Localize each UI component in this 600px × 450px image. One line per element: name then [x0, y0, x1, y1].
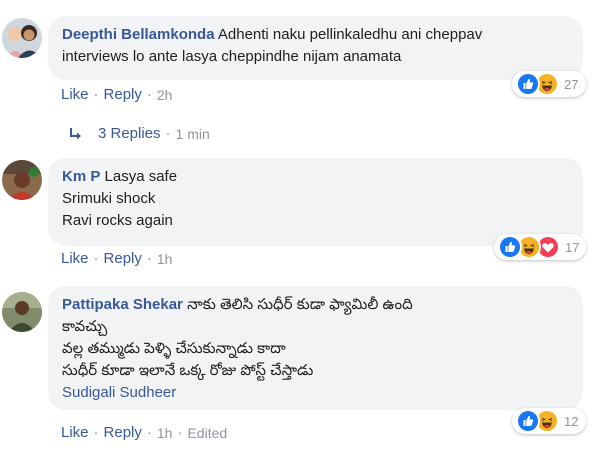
comment-actions: Like · Reply · 1h · Edited — [61, 424, 227, 441]
comment-text: Lasya safe — [104, 168, 178, 185]
reactions-summary[interactable]: 27 — [512, 71, 586, 97]
comment-author[interactable]: Pattipaka Shekar — [62, 296, 183, 313]
comment-text: వల్ల తమ్ముడు పెళ్ళి చేసుకున్నాడు కాదా — [62, 340, 286, 357]
comment-timestamp[interactable]: 2h — [157, 87, 173, 103]
view-replies-link[interactable]: 3 Replies · 1 min — [68, 125, 210, 142]
like-button[interactable]: Like — [61, 86, 89, 103]
replies-timestamp: 1 min — [175, 125, 210, 142]
avatar-image — [2, 160, 42, 200]
comment-first-line: Pattipaka Shekar నాకు తెలిసి సుధీర్ కుడా… — [62, 294, 569, 316]
separator-dot: · — [146, 424, 152, 441]
replies-count-label[interactable]: 3 Replies — [98, 125, 161, 142]
comment-bubble: Deepthi Bellamkonda Adhenti naku pellink… — [48, 16, 583, 80]
comment-first-line: Deepthi Bellamkonda Adhenti naku pellink… — [62, 24, 569, 46]
avatar-image — [2, 292, 42, 332]
avatar[interactable] — [2, 18, 42, 58]
reply-arrow-icon — [70, 127, 81, 139]
comment-first-line: Km P Lasya safe — [62, 166, 569, 188]
reactions-summary[interactable]: 12 — [512, 408, 586, 434]
comment-text: సుధీర్ కూడా ఇలానే ఒక్క రోజు పోస్ట్ చేస్త… — [62, 362, 314, 379]
separator-dot: · — [93, 424, 99, 441]
reply-button[interactable]: Reply — [104, 250, 142, 267]
comment-text: Ravi rocks again — [62, 212, 173, 229]
separator-dot: · — [177, 424, 183, 441]
reply-button[interactable]: Reply — [104, 424, 142, 441]
separator-dot: · — [165, 125, 171, 142]
like-icon — [516, 72, 540, 96]
avatar-image — [2, 18, 42, 58]
reaction-count: 17 — [565, 239, 580, 255]
reply-button[interactable]: Reply — [104, 86, 142, 103]
comment-bubble: Pattipaka Shekar నాకు తెలిసి సుధీర్ కుడా… — [48, 286, 583, 410]
reaction-count: 27 — [564, 76, 579, 92]
reaction-count: 12 — [564, 413, 579, 429]
like-button[interactable]: Like — [61, 250, 89, 267]
comment-text: Srimuki shock — [62, 190, 156, 207]
like-icon — [516, 409, 540, 433]
comment-author[interactable]: Deepthi Bellamkonda — [62, 26, 215, 43]
comment-timestamp[interactable]: 1h — [157, 425, 173, 441]
separator-dot: · — [146, 86, 152, 103]
comment-text: కావచ్చు — [62, 318, 108, 335]
comment-text: interviews lo ante lasya cheppindhe nija… — [62, 48, 402, 65]
reactions-summary[interactable]: 17 — [494, 234, 586, 260]
edited-label[interactable]: Edited — [187, 425, 227, 441]
separator-dot: · — [93, 250, 99, 267]
separator-dot: · — [146, 250, 152, 267]
like-button[interactable]: Like — [61, 424, 89, 441]
comment-actions: Like · Reply · 2h — [61, 86, 172, 103]
comment-thread: Deepthi Bellamkonda Adhenti naku pellink… — [0, 0, 600, 450]
like-icon — [498, 235, 522, 259]
avatar[interactable] — [2, 160, 42, 200]
comment-bubble: Km P Lasya safe Srimuki shock Ravi rocks… — [48, 158, 583, 246]
comment-text: నాకు తెలిసి సుధీర్ కుడా ఫ్యామిలీ ఉంది — [187, 296, 413, 313]
comment-text: Adhenti naku pellinkaledhu ani cheppav — [217, 26, 483, 43]
separator-dot: · — [93, 86, 99, 103]
comment-author[interactable]: Km P — [62, 168, 100, 185]
mentioned-profile-link[interactable]: Sudigali Sudheer — [62, 382, 569, 404]
comment-actions: Like · Reply · 1h — [61, 250, 172, 267]
avatar[interactable] — [2, 292, 42, 332]
comment-timestamp[interactable]: 1h — [157, 251, 173, 267]
